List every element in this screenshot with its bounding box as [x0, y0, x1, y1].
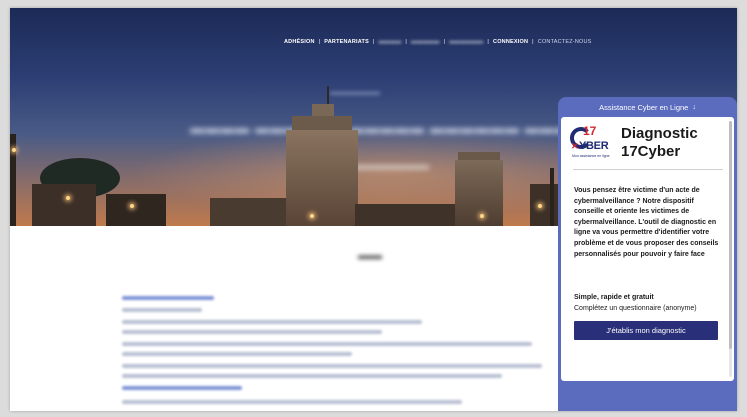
content-text-blurred [122, 364, 542, 368]
nav-separator: | [532, 39, 534, 45]
nav-item-connexion[interactable]: CONNEXION [493, 39, 528, 45]
flag-pole [327, 86, 329, 104]
chat-title: Diagnostic 17Cyber [621, 125, 698, 160]
chat-note: Complétez un questionnaire (anonyme) [574, 305, 697, 312]
rampart-wall [355, 204, 465, 226]
building-silhouette [106, 194, 166, 226]
lamp-light [130, 204, 134, 208]
lamp-post [550, 168, 554, 226]
hero-kicker-blurred: ▬▬▬▬▬▬▬▬▬▬ [330, 90, 380, 96]
content-text-blurred [122, 330, 382, 334]
nav-item-blurred-2[interactable]: ▬▬▬▬▬ [411, 39, 440, 45]
scrollbar-thumb[interactable] [729, 121, 732, 349]
chat-lead: Simple, rapide et gratuit [574, 294, 654, 301]
building-silhouette [32, 184, 96, 226]
content-text-blurred [122, 400, 462, 404]
logo-number: 17 [583, 124, 597, 138]
chat-header[interactable]: Assistance Cyber en Ligne ↓ [558, 97, 737, 117]
lamp-light [12, 148, 16, 152]
site-logo-blurred[interactable] [114, 28, 186, 68]
browser-viewport: ADHÉSION | PARTENARIATS | ▬▬▬▬ | ▬▬▬▬▬ |… [10, 8, 737, 411]
nav-separator: | [405, 39, 408, 45]
content-heading-blurred: ▬▬ [358, 248, 382, 262]
secondary-tower [455, 160, 503, 226]
content-link-blurred[interactable] [122, 386, 242, 390]
chat-card: 17 ✕ YBER Mon assistance en ligne Diagno… [561, 117, 734, 381]
content-text-blurred [122, 374, 502, 378]
logo-tagline: Mon assistance en ligne [572, 154, 610, 158]
lamp-light [538, 204, 542, 208]
chat-scrollbar[interactable] [729, 121, 732, 377]
content-text-blurred [122, 352, 352, 356]
nav-item-blurred-3[interactable]: ▬▬▬▬▬▬ [449, 39, 483, 45]
lamp-light [310, 214, 314, 218]
17cyber-logo: 17 ✕ YBER Mon assistance en ligne [570, 123, 620, 163]
content-text-blurred [122, 320, 422, 324]
main-nav: ADHÉSION | PARTENARIATS | ▬▬▬▬ | ▬▬▬▬▬ |… [284, 36, 592, 48]
lamp-light [480, 214, 484, 218]
content-link-blurred[interactable] [122, 296, 214, 300]
nav-separator: | [318, 39, 321, 45]
content-text-blurred [122, 342, 532, 346]
hero-title-blurred: ▬▬▬▬ ▬▬▬▬▬▬ ▬▬▬▬▬ ▬▬▬▬▬▬ ▬▬▬ [190, 120, 570, 136]
arrow-down-icon[interactable]: ↓ [692, 104, 696, 111]
nav-separator: | [372, 39, 375, 45]
lamp-light [66, 196, 70, 200]
start-diagnostic-button[interactable]: J'établis mon diagnostic [574, 321, 718, 340]
nav-separator: | [487, 39, 490, 45]
chat-description: Vous pensez être victime d'un acte de cy… [574, 187, 719, 258]
nav-item-partenariats[interactable]: PARTENARIATS [324, 39, 369, 45]
nav-item-adhesion[interactable]: ADHÉSION [284, 39, 315, 45]
content-text-blurred [122, 308, 202, 312]
chat-widget: Assistance Cyber en Ligne ↓ 17 ✕ YBER Mo… [558, 97, 737, 411]
chat-divider [573, 169, 723, 170]
nav-item-contact[interactable]: CONTACTEZ-NOUS [538, 39, 592, 45]
nav-separator: | [443, 39, 446, 45]
logo-word: YBER [579, 140, 609, 152]
nav-item-blurred-1[interactable]: ▬▬▬▬ [379, 39, 402, 45]
logo-cross-icon: ✕ [571, 141, 579, 151]
main-tower [286, 130, 358, 226]
chat-header-title: Assistance Cyber en Ligne [599, 102, 689, 112]
